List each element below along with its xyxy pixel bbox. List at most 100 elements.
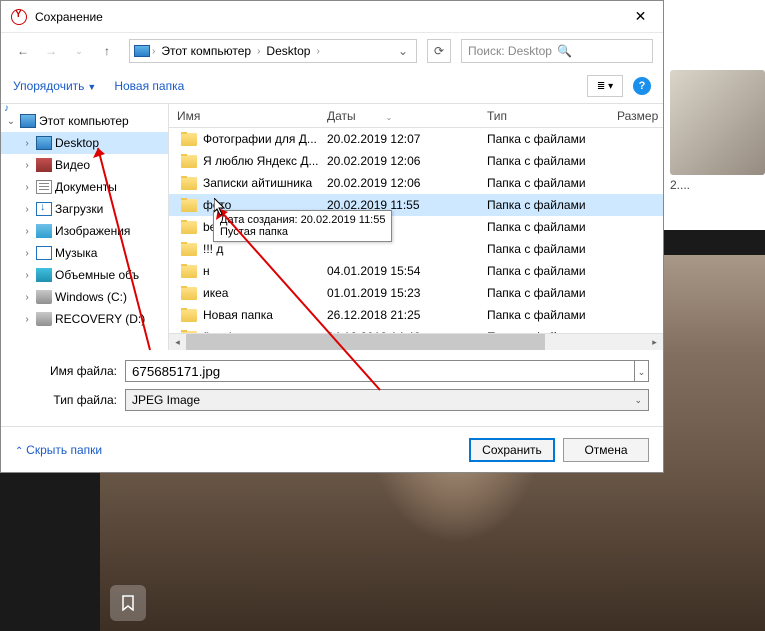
expand-icon[interactable]: ⌄ (5, 116, 17, 127)
gallery-thumb[interactable] (670, 70, 765, 175)
filename-dropdown[interactable]: ⌄ (635, 360, 649, 382)
file-row[interactable]: Я люблю Яндекс Д...20.02.2019 12:06Папка… (169, 150, 663, 172)
search-icon: 🔍 (557, 44, 646, 58)
breadcrumb-root[interactable]: Этот компьютер (157, 44, 255, 58)
search-input[interactable]: Поиск: Desktop 🔍 (461, 39, 653, 63)
expand-icon[interactable]: › (21, 314, 33, 325)
file-row[interactable]: икеа01.01.2019 15:23Папка с файлами (169, 282, 663, 304)
expand-icon[interactable]: › (21, 226, 33, 237)
column-headers: Имя Даты⌄ Тип Размер (169, 104, 663, 128)
folder-icon (181, 155, 197, 168)
refresh-button[interactable]: ⟳ (427, 39, 451, 63)
expand-icon[interactable]: › (21, 138, 33, 149)
breadcrumb-dropdown[interactable]: ⌄ (394, 44, 412, 58)
nav-recent-button[interactable]: ⌄ (67, 39, 91, 63)
dialog-title: Сохранение (35, 10, 618, 24)
file-type: Папка с файлами (479, 242, 609, 256)
folder-icon (181, 177, 197, 190)
scroll-thumb[interactable] (186, 334, 545, 351)
tree-label: Музыка (55, 246, 97, 260)
col-type[interactable]: Тип (479, 109, 609, 123)
tree-item[interactable]: › RECOVERY (D:) (1, 308, 168, 330)
filetype-label: Тип файла: (15, 393, 125, 407)
nav-up-button[interactable]: ↑ (95, 39, 119, 63)
ico-drive (36, 312, 52, 326)
tree-label: Desktop (55, 136, 99, 150)
toolbar: Упорядочить▼ Новая папка ≣ ▾ ? (1, 69, 663, 103)
tree-item[interactable]: › Видео (1, 154, 168, 176)
file-row[interactable]: Фотографии для Д...20.02.2019 12:07Папка… (169, 128, 663, 150)
col-dates[interactable]: Даты⌄ (319, 109, 479, 123)
chevron-icon: › (152, 46, 155, 57)
bookmark-button[interactable] (110, 585, 146, 621)
tree-label: RECOVERY (D:) (55, 312, 145, 326)
file-type: Папка с файлами (479, 264, 609, 278)
filetype-select[interactable]: JPEG Image⌄ (125, 389, 649, 411)
col-size[interactable]: Размер (609, 109, 659, 123)
cancel-button[interactable]: Отмена (563, 438, 649, 462)
search-placeholder: Поиск: Desktop (468, 44, 557, 58)
folder-icon (181, 287, 197, 300)
tree-item[interactable]: › Музыка (1, 242, 168, 264)
file-date: 20.02.2019 12:06 (319, 154, 479, 168)
breadcrumb[interactable]: › Этот компьютер › Desktop › ⌄ (129, 39, 417, 63)
folder-icon (181, 221, 197, 234)
tree-item[interactable]: ›Документы (1, 176, 168, 198)
organize-menu[interactable]: Упорядочить▼ (13, 79, 96, 93)
tree-item[interactable]: › Desktop (1, 132, 168, 154)
folder-icon (181, 265, 197, 278)
ico-desktop (36, 136, 52, 150)
col-name[interactable]: Имя (169, 109, 319, 123)
scroll-left-button[interactable]: ◂ (169, 334, 186, 351)
file-type: Папка с файлами (479, 176, 609, 190)
close-button[interactable]: ✕ (618, 2, 663, 32)
chevron-icon: › (257, 46, 260, 57)
tree-label: Изображения (55, 224, 130, 238)
horizontal-scrollbar[interactable]: ◂ ▸ (169, 333, 663, 350)
file-row[interactable]: Записки айтишника20.02.2019 12:06Папка с… (169, 172, 663, 194)
hide-folders-link[interactable]: Скрыть папки (15, 443, 102, 457)
new-folder-button[interactable]: Новая папка (114, 79, 184, 93)
save-button[interactable]: Сохранить (469, 438, 555, 462)
file-row[interactable]: fix price24.12.2018 14:46Папка с файлами (169, 326, 663, 333)
pc-icon (134, 45, 150, 57)
expand-icon[interactable]: › (21, 204, 33, 215)
save-form: Имя файла: ⌄ Тип файла: JPEG Image⌄ (1, 350, 663, 426)
tree-label: Windows (C:) (55, 290, 127, 304)
expand-icon[interactable]: › (21, 270, 33, 281)
help-button[interactable]: ? (633, 77, 651, 95)
folder-icon (181, 199, 197, 212)
expand-icon[interactable]: › (21, 292, 33, 303)
folder-icon (181, 243, 197, 256)
tree-label: Видео (55, 158, 90, 172)
sort-indicator-icon: ⌄ (386, 113, 393, 122)
nav-forward-button[interactable]: → (39, 39, 63, 63)
file-date: 20.02.2019 12:06 (319, 176, 479, 190)
file-type: Папка с файлами (479, 154, 609, 168)
chevron-icon: › (316, 46, 319, 57)
file-type: Папка с файлами (479, 198, 609, 212)
view-mode-button[interactable]: ≣ ▾ (587, 75, 623, 97)
tree-item[interactable]: ›Объемные объ (1, 264, 168, 286)
ico-docs (36, 180, 52, 194)
file-date: 01.01.2019 15:23 (319, 286, 479, 300)
scroll-right-button[interactable]: ▸ (646, 334, 663, 351)
nav-back-button[interactable]: ← (11, 39, 35, 63)
file-name: Новая папка (203, 308, 273, 322)
folder-tree: ⌄Этот компьютер›Desktop›Видео›Документы›… (1, 104, 169, 350)
breadcrumb-leaf[interactable]: Desktop (262, 44, 314, 58)
tree-item[interactable]: › Windows (C:) (1, 286, 168, 308)
expand-icon[interactable]: › (21, 248, 33, 259)
expand-icon[interactable]: › (21, 182, 33, 193)
dialog-footer: Скрыть папки Сохранить Отмена (1, 426, 663, 472)
tree-item[interactable]: ›Загрузки (1, 198, 168, 220)
folder-tooltip: Дата создания: 20.02.2019 11:55 Пустая п… (213, 210, 392, 242)
expand-icon[interactable]: › (21, 160, 33, 171)
file-name: н (203, 264, 210, 278)
filename-input[interactable] (125, 360, 635, 382)
file-date: 04.01.2019 15:54 (319, 264, 479, 278)
file-row[interactable]: н 04.01.2019 15:54Папка с файлами (169, 260, 663, 282)
tree-item[interactable]: › Изображения (1, 220, 168, 242)
file-row[interactable]: Новая папка26.12.2018 21:25Папка с файла… (169, 304, 663, 326)
tree-item[interactable]: ⌄Этот компьютер (1, 110, 168, 132)
